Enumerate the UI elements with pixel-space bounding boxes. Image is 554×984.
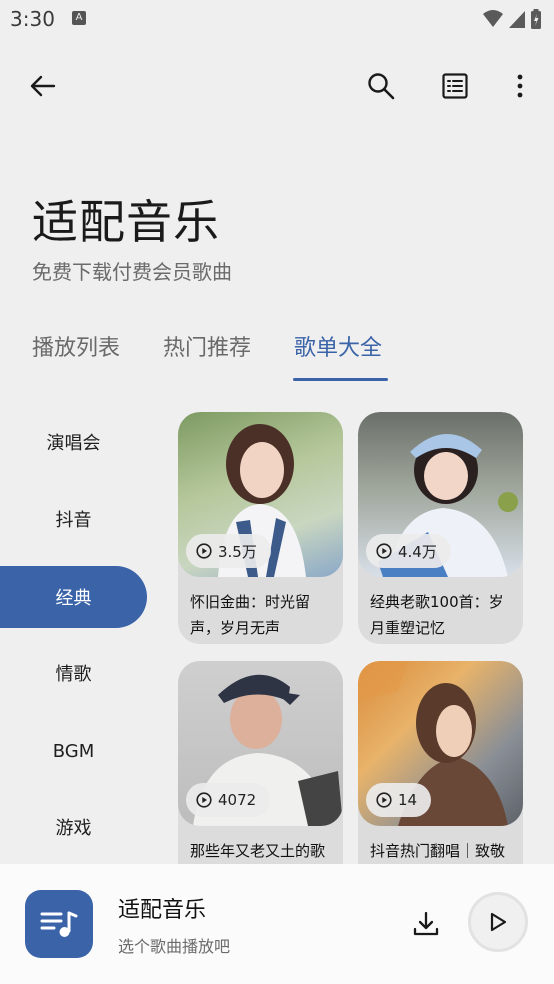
tab-bar: 播放列表 热门推荐 歌单大全 bbox=[0, 318, 554, 382]
signal-icon bbox=[509, 11, 525, 28]
tab-hot-recommend[interactable]: 热门推荐 bbox=[163, 330, 251, 362]
play-count-badge: 4.4万 bbox=[366, 534, 451, 568]
more-options-button[interactable] bbox=[498, 64, 542, 108]
list-view-button[interactable] bbox=[433, 64, 477, 108]
playlist-card[interactable]: 3.5万 怀旧金曲：时光留声，岁月无声 bbox=[178, 412, 343, 644]
play-icon bbox=[490, 912, 507, 932]
search-button[interactable] bbox=[359, 64, 403, 108]
arrow-left-icon bbox=[30, 75, 56, 97]
player-subtitle: 选个歌曲播放吧 bbox=[118, 937, 231, 956]
mini-player[interactable]: 适配音乐 选个歌曲播放吧 bbox=[0, 864, 554, 984]
playlist-title: 抖音热门翻唱｜致敬 bbox=[370, 842, 506, 860]
accessibility-badge-icon: A bbox=[72, 11, 86, 25]
status-time: 3:30 bbox=[10, 7, 55, 31]
battery-icon bbox=[531, 9, 541, 29]
tab-playlist-collection[interactable]: 歌单大全 bbox=[294, 330, 382, 362]
play-count-badge: 14 bbox=[366, 783, 432, 817]
player-artwork bbox=[25, 890, 93, 958]
play-count: 3.5万 bbox=[218, 542, 257, 561]
download-icon bbox=[413, 911, 439, 936]
play-count-badge: 3.5万 bbox=[186, 534, 271, 568]
playlist-title: 经典老歌100首：岁月重塑记忆 bbox=[370, 593, 504, 637]
status-icons bbox=[482, 8, 542, 30]
category-games[interactable]: 游戏 bbox=[0, 796, 147, 858]
play-count: 4072 bbox=[218, 791, 257, 809]
more-vert-icon bbox=[517, 74, 523, 98]
playlist-card[interactable]: 14 抖音热门翻唱｜致敬 bbox=[358, 661, 523, 893]
playlist-card[interactable]: 4.4万 经典老歌100首：岁月重塑记忆 bbox=[358, 412, 523, 644]
wifi-icon bbox=[483, 10, 503, 27]
category-classic[interactable]: 经典 bbox=[0, 566, 147, 628]
category-douyin[interactable]: 抖音 bbox=[0, 488, 147, 550]
app-bar bbox=[0, 62, 554, 110]
category-bgm[interactable]: BGM bbox=[0, 720, 147, 782]
play-count: 4.4万 bbox=[398, 542, 437, 561]
play-count-badge: 4072 bbox=[186, 783, 271, 817]
play-button[interactable] bbox=[468, 892, 528, 952]
category-concert[interactable]: 演唱会 bbox=[0, 411, 147, 473]
page-subtitle: 免费下载付费会员歌曲 bbox=[32, 260, 232, 284]
play-circle-icon bbox=[196, 792, 212, 808]
playlist-card[interactable]: 4072 那些年又老又土的歌 bbox=[178, 661, 343, 893]
play-circle-icon bbox=[376, 543, 392, 559]
category-love-songs[interactable]: 情歌 bbox=[0, 642, 147, 704]
list-view-icon bbox=[442, 73, 468, 99]
active-tab-indicator bbox=[293, 378, 388, 381]
play-circle-icon bbox=[196, 543, 212, 559]
download-button[interactable] bbox=[404, 902, 448, 946]
play-count: 14 bbox=[398, 791, 418, 809]
playlist-title: 怀旧金曲：时光留声，岁月无声 bbox=[190, 593, 311, 637]
status-bar: 3:30 A bbox=[0, 0, 554, 38]
playlist-title: 那些年又老又土的歌 bbox=[190, 842, 326, 860]
search-icon bbox=[368, 73, 395, 100]
play-circle-icon bbox=[376, 792, 392, 808]
back-button[interactable] bbox=[21, 64, 65, 108]
page-title: 适配音乐 bbox=[32, 195, 220, 249]
music-list-icon bbox=[40, 911, 78, 937]
player-title: 适配音乐 bbox=[118, 898, 207, 923]
tab-playlist[interactable]: 播放列表 bbox=[32, 330, 120, 362]
